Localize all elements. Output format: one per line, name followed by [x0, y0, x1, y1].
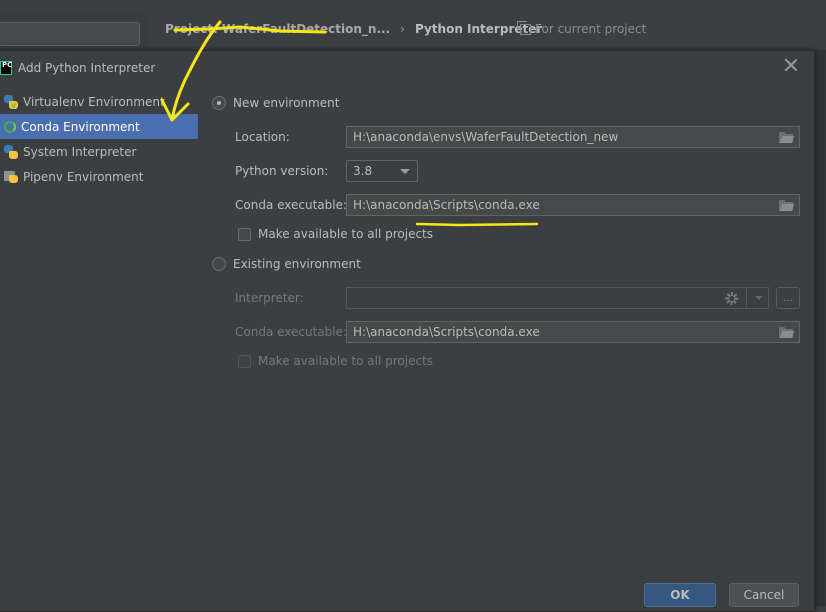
dialog-title: Add Python Interpreter — [18, 61, 156, 75]
interpreter-select[interactable] — [346, 287, 769, 309]
copy-icon — [517, 20, 531, 35]
close-button[interactable] — [783, 57, 799, 73]
pycharm-logo-icon: PC — [0, 61, 12, 75]
pipenv-icon — [4, 170, 18, 184]
conda-executable-input[interactable]: H:\anaconda\Scripts\conda.exe — [346, 194, 800, 216]
settings-header: Project: WaferFaultDetection_n... › Pyth… — [0, 0, 826, 50]
sidebar-item-label: Conda Environment — [21, 119, 140, 134]
ok-button[interactable]: OK — [644, 583, 716, 607]
browse-folder-icon[interactable] — [779, 132, 795, 143]
location-value: H:\anaconda\envs\WaferFaultDetection_new — [353, 130, 619, 144]
scope-label: For current project — [535, 22, 647, 36]
python-version-label: Python version: — [235, 164, 329, 178]
make-available-label: Make available to all projects — [258, 227, 434, 241]
sidebar-item-virtualenv[interactable]: v Virtualenv Environment — [0, 89, 198, 114]
browse-folder-icon[interactable] — [779, 200, 795, 211]
interpreter-type-list: v Virtualenv Environment Conda Environme… — [0, 89, 198, 189]
virtualenv-icon: v — [4, 94, 18, 110]
sidebar-item-system[interactable]: System Interpreter — [0, 139, 198, 164]
dialog-title-bar: PC Add Python Interpreter — [0, 59, 155, 77]
loading-spinner-icon — [725, 292, 739, 305]
cancel-button[interactable]: Cancel — [729, 583, 799, 607]
chevron-down-icon — [400, 169, 410, 174]
dropdown-separator — [746, 288, 747, 308]
existing-conda-executable-input[interactable]: H:\anaconda\Scripts\conda.exe — [346, 321, 800, 343]
make-available-label: Make available to all projects — [258, 354, 434, 368]
sidebar-item-label: Pipenv Environment — [23, 169, 144, 184]
python-version-select[interactable]: 3.8 — [346, 160, 418, 182]
existing-environment-radio[interactable]: Existing environment — [212, 257, 361, 271]
python-icon — [4, 144, 18, 159]
background-panel-edge — [815, 50, 826, 606]
checkbox[interactable] — [238, 227, 251, 241]
add-python-interpreter-dialog: PC Add Python Interpreter v Virtualenv E… — [0, 50, 815, 612]
sidebar-item-label: Virtualenv Environment — [23, 94, 165, 109]
sidebar-item-label: System Interpreter — [23, 144, 137, 159]
breadcrumb: Project: WaferFaultDetection_n... › Pyth… — [165, 22, 542, 36]
chevron-down-icon[interactable] — [755, 296, 763, 300]
radio-button[interactable] — [212, 257, 226, 271]
python-version-value: 3.8 — [353, 164, 373, 178]
conda-executable-label: Conda executable: — [235, 198, 348, 212]
sidebar-item-conda[interactable]: Conda Environment — [0, 114, 198, 139]
conda-icon — [4, 120, 16, 133]
breadcrumb-project[interactable]: Project: WaferFaultDetection_n... — [165, 22, 390, 36]
interpreter-label: Interpreter: — [235, 291, 304, 305]
new-environment-label: New environment — [233, 96, 340, 110]
location-label: Location: — [235, 130, 290, 144]
existing-environment-label: Existing environment — [233, 257, 361, 271]
browse-folder-icon[interactable] — [779, 327, 795, 338]
location-input[interactable]: H:\anaconda\envs\WaferFaultDetection_new — [346, 126, 800, 148]
breadcrumb-separator-icon: › — [400, 22, 405, 36]
conda-executable-value: H:\anaconda\Scripts\conda.exe — [353, 198, 540, 212]
existing-conda-executable-value: H:\anaconda\Scripts\conda.exe — [353, 325, 540, 339]
make-available-checkbox-new[interactable]: Make available to all projects — [238, 227, 433, 241]
existing-conda-executable-label: Conda executable: — [235, 325, 348, 339]
sidebar-item-pipenv[interactable]: Pipenv Environment — [0, 164, 198, 189]
scope-indicator: For current project — [517, 20, 647, 36]
new-environment-radio[interactable]: New environment — [212, 96, 339, 110]
settings-search-input[interactable] — [0, 22, 140, 46]
radio-button[interactable] — [212, 96, 226, 110]
checkbox[interactable] — [238, 354, 251, 368]
browse-interpreter-button[interactable]: ... — [776, 287, 800, 309]
make-available-checkbox-existing[interactable]: Make available to all projects — [238, 354, 433, 368]
